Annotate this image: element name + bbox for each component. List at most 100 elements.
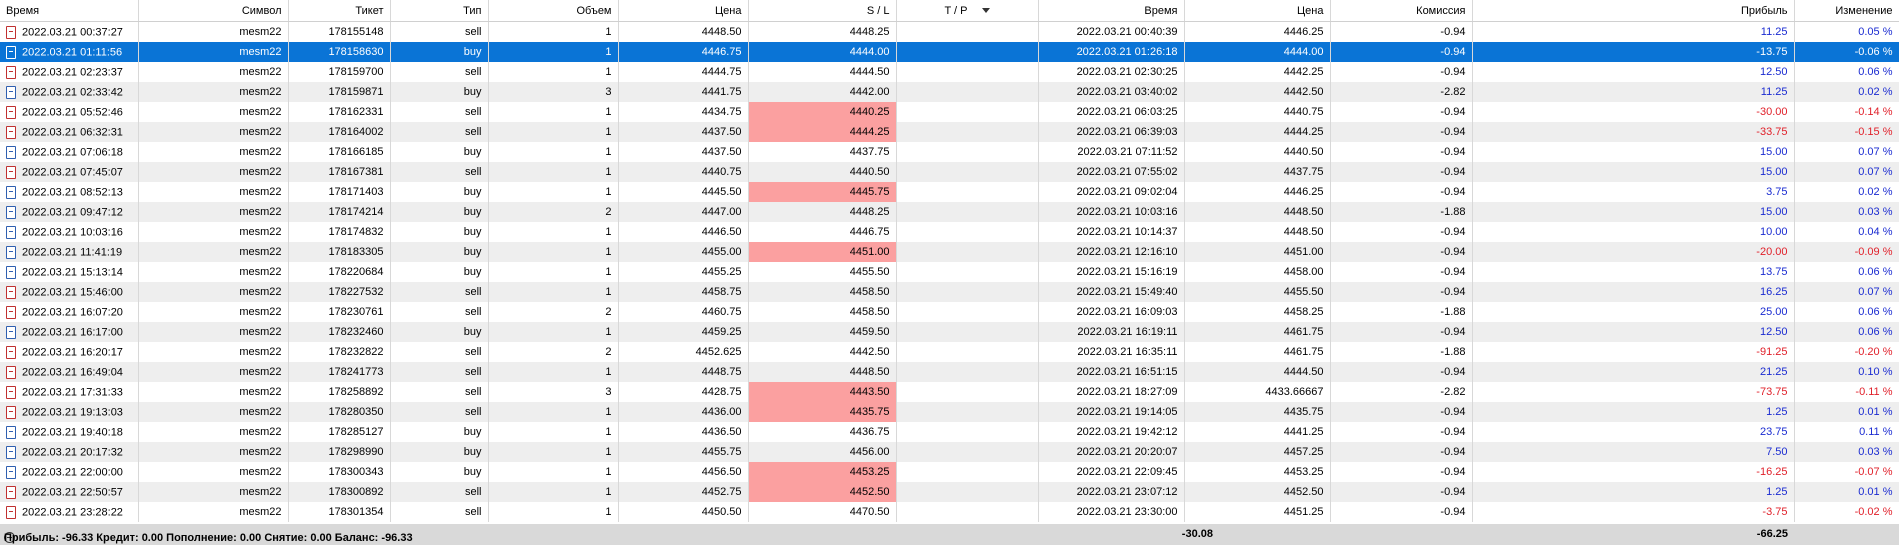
row-change: 0.01 %: [1794, 402, 1899, 422]
row-tp: [896, 262, 1039, 282]
row-profit: 23.75: [1472, 422, 1795, 442]
row-time-open-text: 2022.03.21 07:45:07: [22, 165, 123, 178]
row-commission: -0.94: [1330, 142, 1473, 162]
table-row[interactable]: 2022.03.21 20:17:32 mesm22 178298990 buy 1 44…: [0, 442, 1899, 462]
table-row[interactable]: 2022.03.21 05:52:46 mesm22 178162331 sell 1 4…: [0, 102, 1899, 122]
table-row[interactable]: 2022.03.21 07:06:18 mesm22 178166185 buy 1 44…: [0, 142, 1899, 162]
row-sl: 4444.50: [748, 62, 897, 82]
table-row[interactable]: 2022.03.21 06:32:31 mesm22 178164002 sell 1 4…: [0, 122, 1899, 142]
row-price-close: 4446.25: [1184, 21, 1331, 42]
row-time-open: 2022.03.21 22:50:57: [0, 482, 139, 502]
table-row[interactable]: 2022.03.21 22:50:57 mesm22 178300892 sell 1 4…: [0, 482, 1899, 502]
row-commission: -0.94: [1330, 442, 1473, 462]
col-header-price-open[interactable]: Цена: [618, 0, 749, 22]
row-type: buy: [390, 222, 489, 242]
col-header-sl[interactable]: S / L: [748, 0, 897, 22]
row-sl: 4442.50: [748, 342, 897, 362]
row-price-close: 4452.50: [1184, 482, 1331, 502]
table-row[interactable]: 2022.03.21 19:40:18 mesm22 178285127 buy 1 44…: [0, 422, 1899, 442]
table-row[interactable]: 2022.03.21 07:45:07 mesm22 178167381 sell 1 4…: [0, 162, 1899, 182]
row-time-close: 2022.03.21 02:30:25: [1038, 62, 1185, 82]
row-change: 0.03 %: [1794, 202, 1899, 222]
sell-order-icon: [6, 365, 16, 379]
col-header-time-close[interactable]: Время: [1038, 0, 1185, 22]
row-tp: [896, 322, 1039, 342]
col-header-volume[interactable]: Объем: [488, 0, 619, 22]
row-time-open: 2022.03.21 15:46:00: [0, 282, 139, 302]
row-tp: [896, 482, 1039, 502]
row-profit: 1.25: [1472, 482, 1795, 502]
row-type: buy: [390, 82, 489, 102]
row-ticket: 178159871: [288, 82, 391, 102]
table-row[interactable]: 2022.03.21 16:49:04 mesm22 178241773 sell 1 4…: [0, 362, 1899, 382]
row-symbol: mesm22: [138, 282, 289, 302]
col-header-price-close[interactable]: Цена: [1184, 0, 1331, 22]
table-row[interactable]: 2022.03.21 00:37:27 mesm22 178155148 sell 1 4…: [0, 21, 1899, 42]
table-row[interactable]: 2022.03.21 09:47:12 mesm22 178174214 buy 2 44…: [0, 202, 1899, 222]
row-time-close: 2022.03.21 23:30:00: [1038, 502, 1185, 522]
row-commission: -0.94: [1330, 482, 1473, 502]
row-time-open: 2022.03.21 10:03:16: [0, 222, 139, 242]
table-row[interactable]: 2022.03.21 01:11:56 mesm22 178158630 buy 1 44…: [0, 42, 1899, 62]
row-type: sell: [390, 342, 489, 362]
table-row[interactable]: 2022.03.21 16:07:20 mesm22 178230761 sell 2 4…: [0, 302, 1899, 322]
row-change: -0.06 %: [1794, 42, 1899, 62]
table-row[interactable]: 2022.03.21 16:20:17 mesm22 178232822 sell 2 4…: [0, 342, 1899, 362]
row-volume: 1: [488, 282, 619, 302]
table-row[interactable]: 2022.03.21 02:33:42 mesm22 178159871 buy 3 44…: [0, 82, 1899, 102]
table-row[interactable]: 2022.03.21 19:13:03 mesm22 178280350 sell 1 4…: [0, 402, 1899, 422]
table-row[interactable]: 2022.03.21 17:31:33 mesm22 178258892 sell 3 4…: [0, 382, 1899, 402]
row-time-open-text: 2022.03.21 02:33:42: [22, 85, 123, 98]
row-type: sell: [390, 62, 489, 82]
col-header-symbol[interactable]: Символ: [138, 0, 289, 22]
sell-order-icon: [6, 25, 16, 39]
row-type: sell: [390, 502, 489, 522]
row-price-close: 4441.25: [1184, 422, 1331, 442]
table-row[interactable]: 2022.03.21 08:52:13 mesm22 178171403 buy 1 44…: [0, 182, 1899, 202]
row-ticket: 178258892: [288, 382, 391, 402]
row-price-close: 4442.50: [1184, 82, 1331, 102]
sell-order-icon: [6, 485, 16, 499]
row-time-open-text: 2022.03.21 17:31:33: [22, 385, 123, 398]
row-change: -0.02 %: [1794, 502, 1899, 522]
col-header-commission[interactable]: Комиссия: [1330, 0, 1473, 22]
table-row[interactable]: 2022.03.21 11:41:19 mesm22 178183305 buy 1 44…: [0, 242, 1899, 262]
row-price-close: 4444.00: [1184, 42, 1331, 62]
row-symbol: mesm22: [138, 202, 289, 222]
table-row[interactable]: 2022.03.21 23:28:22 mesm22 178301354 sell 1 4…: [0, 502, 1899, 522]
table-row[interactable]: 2022.03.21 15:13:14 mesm22 178220684 buy 1 44…: [0, 262, 1899, 282]
row-commission: -0.94: [1330, 322, 1473, 342]
table-row[interactable]: 2022.03.21 15:46:00 mesm22 178227532 sell 1 4…: [0, 282, 1899, 302]
row-sl: 4455.50: [748, 262, 897, 282]
row-time-open: 2022.03.21 05:52:46: [0, 102, 139, 122]
buy-order-icon: [6, 445, 16, 459]
row-type: buy: [390, 322, 489, 342]
table-row[interactable]: 2022.03.21 02:23:37 mesm22 178159700 sell 1 4…: [0, 62, 1899, 82]
row-type: buy: [390, 262, 489, 282]
row-time-open: 2022.03.21 19:13:03: [0, 402, 139, 422]
sell-order-icon: [6, 65, 16, 79]
row-time-close: 2022.03.21 10:03:16: [1038, 202, 1185, 222]
col-header-time-open[interactable]: Время: [0, 0, 139, 22]
col-header-change[interactable]: Изменение: [1794, 0, 1899, 22]
col-header-profit[interactable]: Прибыль: [1472, 0, 1795, 22]
col-header-tp[interactable]: T / P: [896, 0, 1039, 22]
row-type: sell: [390, 21, 489, 42]
row-time-close: 2022.03.21 07:55:02: [1038, 162, 1185, 182]
row-change: 0.06 %: [1794, 302, 1899, 322]
row-commission: -0.94: [1330, 422, 1473, 442]
row-time-open-text: 2022.03.21 00:37:27: [22, 25, 123, 38]
row-time-open-text: 2022.03.21 10:03:16: [22, 225, 123, 238]
table-row[interactable]: 2022.03.21 10:03:16 mesm22 178174832 buy 1 44…: [0, 222, 1899, 242]
row-time-open-text: 2022.03.21 22:50:57: [22, 485, 123, 498]
row-ticket: 178155148: [288, 21, 391, 42]
col-header-ticket[interactable]: Тикет: [288, 0, 391, 22]
row-change: 0.06 %: [1794, 62, 1899, 82]
col-header-type[interactable]: Тип: [390, 0, 489, 22]
table-row[interactable]: 2022.03.21 16:17:00 mesm22 178232460 buy 1 44…: [0, 322, 1899, 342]
row-time-open: 2022.03.21 17:31:33: [0, 382, 139, 402]
table-row[interactable]: 2022.03.21 22:00:00 mesm22 178300343 buy 1 44…: [0, 462, 1899, 482]
row-symbol: mesm22: [138, 362, 289, 382]
row-price-open: 4448.50: [618, 21, 749, 42]
row-price-close: 4457.25: [1184, 442, 1331, 462]
